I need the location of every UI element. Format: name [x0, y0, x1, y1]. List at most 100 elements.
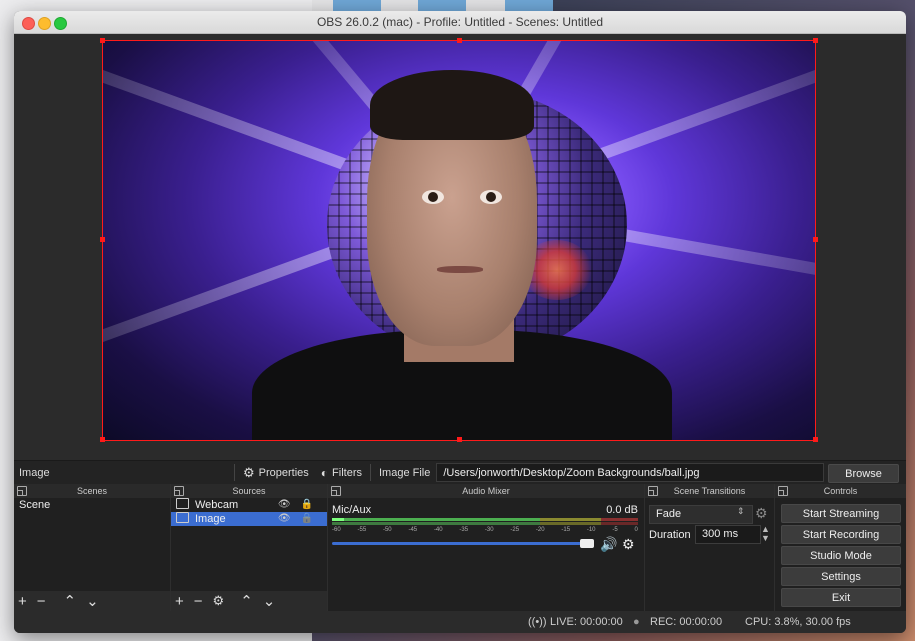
unlock-icon[interactable]: 🔒 [301, 512, 313, 526]
image-file-path-input[interactable]: /Users/jonworth/Desktop/Zoom Backgrounds… [436, 463, 825, 482]
resize-handle[interactable] [100, 38, 105, 43]
scene-transitions-dock-header: Scene Transitions [645, 484, 774, 498]
window-title: OBS 26.0.2 (mac) - Profile: Untitled - S… [316, 15, 604, 29]
lock-icon[interactable]: 🔒 [301, 498, 313, 512]
remove-source-icon[interactable]: − [194, 593, 203, 610]
scenes-dock-header: Scenes [14, 484, 170, 498]
scene-transitions-title: Scene Transitions [673, 486, 746, 496]
filters-button[interactable]: ◐ Filters [315, 461, 368, 484]
resize-handle[interactable] [813, 237, 818, 242]
gear-icon[interactable]: ⚙ [755, 505, 768, 522]
browse-button[interactable]: Browse [828, 464, 899, 483]
chevron-up-icon[interactable]: ⌃ [240, 592, 253, 610]
chevron-up-icon[interactable]: ⌃ [64, 592, 77, 610]
duration-label: Duration [649, 529, 691, 541]
add-source-icon[interactable]: + [175, 593, 184, 610]
divider [234, 464, 235, 481]
controls-dock-header: Controls [775, 484, 906, 498]
mixer-channel-name: Mic/Aux [332, 504, 372, 516]
mixer-level-readout: 0.0 dB [606, 504, 638, 516]
scale-tick: -45 [408, 527, 418, 533]
broadcast-icon: ((•)) [528, 616, 547, 628]
scale-tick: -60 [332, 527, 341, 533]
record-dot-icon: ● [633, 616, 640, 628]
docks-area: Scenes Scene + − ⌃ ⌄ Sources Webcam 👁 🔒 I… [14, 484, 906, 611]
meter-green [332, 522, 541, 525]
properties-label: Properties [258, 466, 309, 479]
selected-source-name: Image [19, 466, 50, 479]
scale-tick: -5 [612, 527, 618, 533]
gear-icon[interactable]: ⚙ [622, 536, 635, 553]
gear-icon: ⚙ [243, 464, 255, 480]
studio-mode-button[interactable]: Studio Mode [781, 546, 901, 565]
float-dock-icon[interactable] [648, 486, 658, 496]
scenes-dock: Scenes Scene + − ⌃ ⌄ [14, 484, 171, 611]
preview-area [14, 34, 906, 460]
audio-mixer-title: Audio Mixer [462, 486, 510, 496]
float-dock-icon[interactable] [17, 486, 27, 496]
start-recording-button[interactable]: Start Recording [781, 525, 901, 544]
sources-toolbar: + − ⚙ ⌃ ⌄ [171, 591, 327, 611]
scale-tick: -50 [382, 527, 392, 533]
meter-scale: -60 -55 -50 -45 -40 -35 -30 -25 -20 -15 … [332, 527, 638, 534]
camera-icon [176, 498, 189, 509]
scenes-title: Scenes [76, 486, 108, 496]
scale-tick: -20 [535, 527, 545, 533]
settings-button[interactable]: Settings [781, 567, 901, 586]
exit-button[interactable]: Exit [781, 588, 901, 607]
audio-mixer-dock-header: Audio Mixer [328, 484, 644, 498]
scene-transitions-dock: Scene Transitions Fade ⇕ ⚙ Duration 300 … [645, 484, 775, 611]
chevron-down-icon[interactable]: ⌄ [263, 592, 276, 610]
scene-item[interactable]: Scene [14, 498, 170, 512]
volume-slider-handle[interactable] [580, 539, 594, 548]
source-selection-box[interactable] [102, 40, 816, 441]
scale-tick: -15 [561, 527, 571, 533]
duration-input[interactable]: 300 ms [695, 525, 761, 544]
meter-peak [332, 518, 345, 521]
scenes-toolbar: + − ⌃ ⌄ [14, 591, 170, 611]
source-label: Webcam [195, 499, 239, 511]
duration-stepper[interactable]: ▲ ▼ [761, 525, 770, 543]
sources-dock: Sources Webcam 👁 🔒 Image 👁 🔒 + − ⚙ ⌃ ⌄ [171, 484, 328, 611]
resize-handle[interactable] [100, 437, 105, 442]
filter-icon: ◐ [320, 465, 329, 480]
resize-handle[interactable] [100, 237, 105, 242]
scale-tick: -30 [484, 527, 494, 533]
source-item-webcam[interactable]: Webcam 👁 🔒 [171, 498, 327, 512]
sources-dock-header: Sources [171, 484, 327, 498]
eye-icon[interactable]: 👁 [278, 512, 291, 526]
source-label: Image [195, 513, 226, 525]
status-bar: ((•)) LIVE: 00:00:00 ● REC: 00:00:00 CPU… [14, 611, 906, 633]
meter-yellow [540, 518, 602, 521]
divider [370, 464, 371, 481]
chevron-down-icon[interactable]: ⌄ [86, 592, 99, 610]
resize-handle[interactable] [457, 437, 462, 442]
float-dock-icon[interactable] [331, 486, 341, 496]
resize-handle[interactable] [457, 38, 462, 43]
image-file-label: Image File [379, 466, 431, 479]
source-item-image[interactable]: Image 👁 🔒 [171, 512, 327, 526]
float-dock-icon[interactable] [778, 486, 788, 496]
remove-scene-icon[interactable]: − [37, 593, 46, 610]
speaker-icon[interactable]: 🔊 [600, 536, 617, 553]
cpu-status: CPU: 3.8%, 30.00 fps [745, 616, 851, 628]
obs-window: OBS 26.0.2 (mac) - Profile: Untitled - S… [14, 11, 906, 633]
start-streaming-button[interactable]: Start Streaming [781, 504, 901, 523]
filters-label: Filters [332, 466, 362, 479]
controls-dock: Controls Start Streaming Start Recording… [775, 484, 906, 611]
gear-icon[interactable]: ⚙ [213, 593, 225, 609]
eye-icon[interactable]: 👁 [278, 498, 291, 512]
float-dock-icon[interactable] [174, 486, 184, 496]
volume-slider[interactable] [332, 542, 592, 545]
add-scene-icon[interactable]: + [18, 593, 27, 610]
scale-tick: -40 [433, 527, 443, 533]
properties-button[interactable]: ⚙ Properties [237, 461, 315, 484]
meter-red [601, 518, 638, 521]
scale-tick: -25 [510, 527, 520, 533]
resize-handle[interactable] [813, 437, 818, 442]
sources-title: Sources [232, 486, 266, 496]
audio-mixer-dock: Audio Mixer Mic/Aux 0.0 dB -60 -55 -50 -… [328, 484, 645, 611]
volume-meter [332, 518, 638, 526]
chevron-updown-icon: ⇕ [737, 506, 745, 516]
resize-handle[interactable] [813, 38, 818, 43]
